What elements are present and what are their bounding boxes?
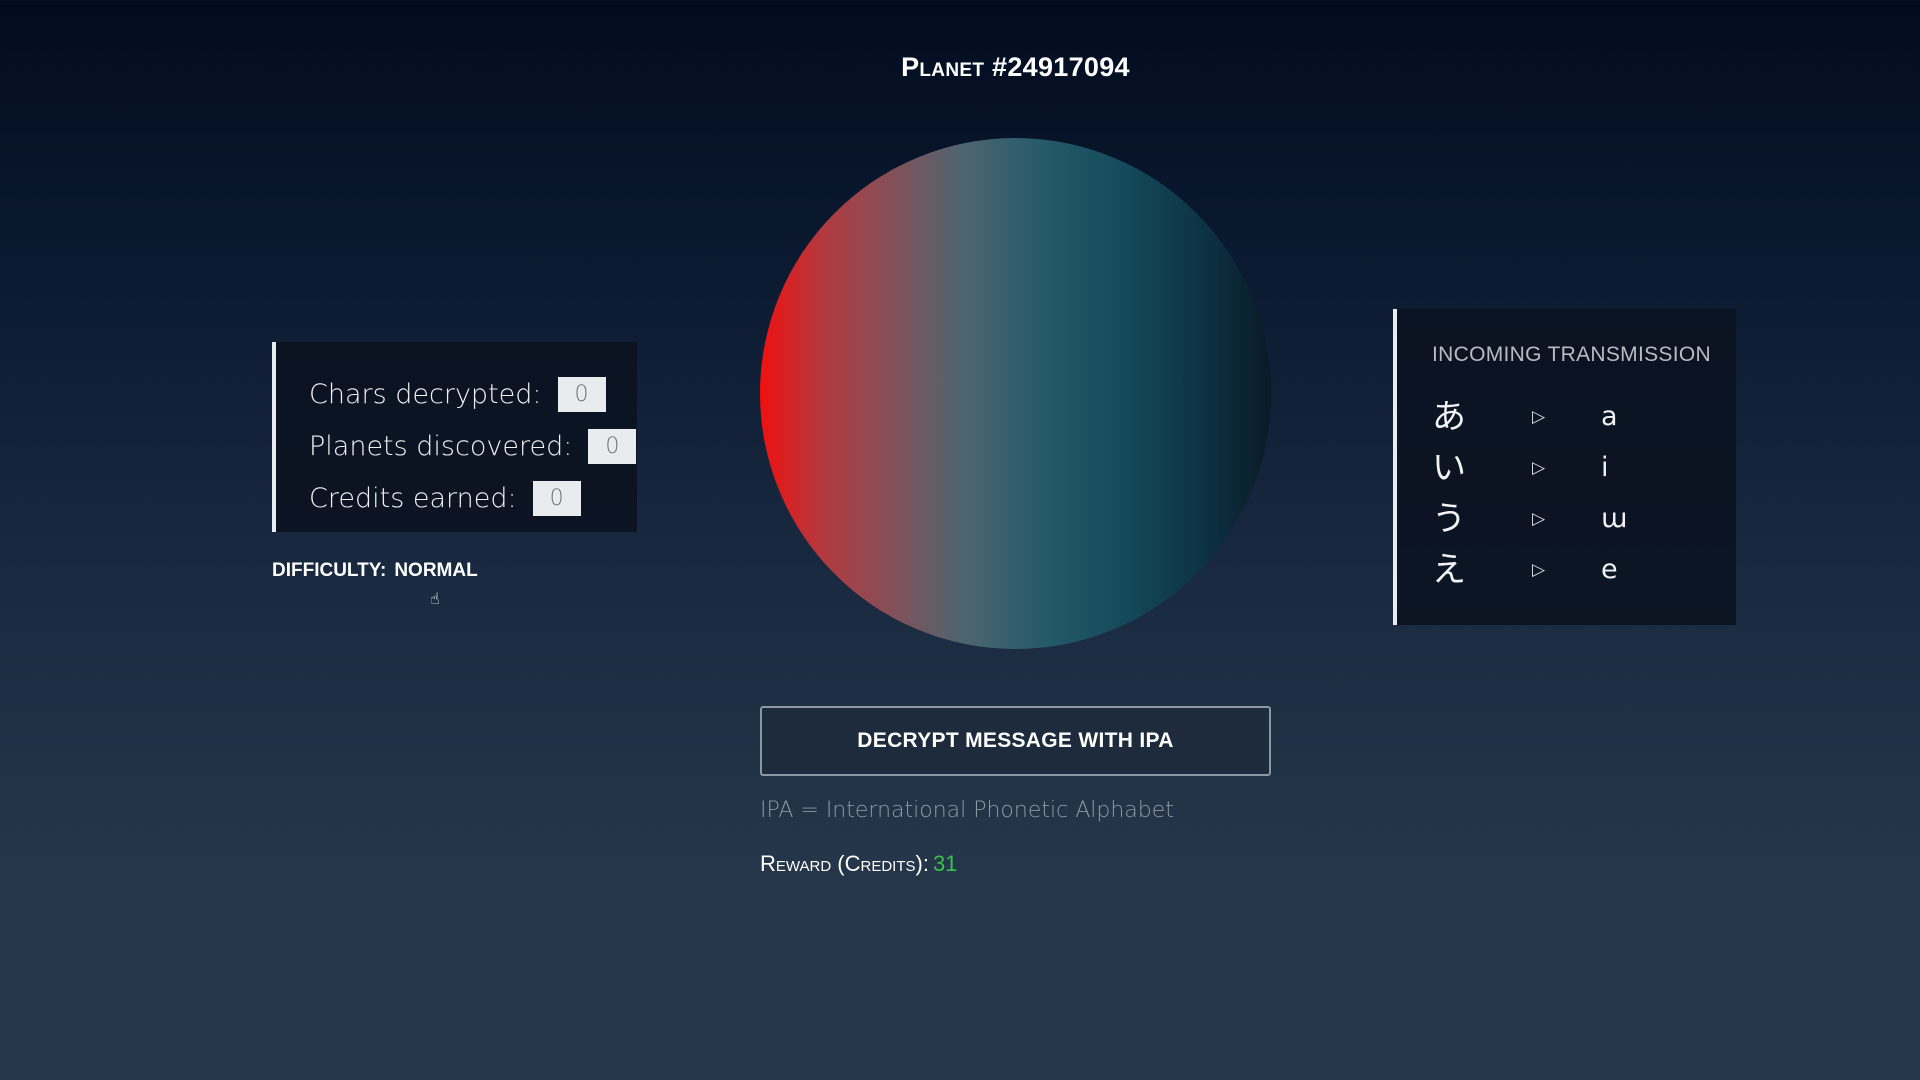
stat-value-planets-discovered: 0 — [588, 428, 637, 464]
planet-title: Planet #24917094 — [901, 52, 1130, 82]
difficulty-label: DIFFICULTY: — [272, 560, 387, 581]
transmission-glyph: い — [1432, 448, 1466, 488]
planet-sphere — [760, 138, 1271, 649]
transmission-ipa: ɯ — [1601, 503, 1628, 534]
arrow-right-icon: ▷ — [1532, 407, 1546, 427]
reward-display: Reward (Credits): 31 — [760, 851, 957, 877]
ipa-note: IPA = International Phonetic Alphabet — [760, 798, 1174, 823]
difficulty-value[interactable]: NORMAL — [394, 560, 477, 581]
stat-label: Chars decrypted: — [309, 378, 542, 410]
stat-value-credits-earned: 0 — [532, 480, 581, 516]
stats-panel: Chars decrypted: 0 Planets discovered: 0… — [272, 342, 637, 532]
stat-row-planets-discovered: Planets discovered: 0 — [276, 420, 637, 472]
decrypt-button[interactable]: DECRYPT MESSAGE WITH IPA — [760, 706, 1271, 776]
transmission-row: う ▷ ɯ — [1432, 493, 1722, 545]
stat-value-chars-decrypted: 0 — [557, 376, 606, 412]
transmission-panel: INCOMING TRANSMISSION あ ▷ a い ▷ i う ▷ ɯ … — [1393, 309, 1736, 625]
transmission-ipa: e — [1601, 554, 1618, 585]
transmission-row: い ▷ i — [1432, 442, 1722, 494]
stat-row-credits-earned: Credits earned: 0 — [276, 472, 637, 524]
stat-row-chars-decrypted: Chars decrypted: 0 — [276, 368, 637, 420]
stat-label: Credits earned: — [309, 482, 517, 514]
arrow-right-icon: ▷ — [1532, 509, 1546, 529]
stat-label: Planets discovered: — [309, 430, 573, 462]
transmission-glyph: あ — [1432, 397, 1466, 437]
transmission-row: え ▷ e — [1432, 544, 1722, 596]
reward-label: Reward (Credits): — [760, 851, 929, 876]
transmission-glyph: う — [1432, 499, 1466, 539]
transmission-glyph: え — [1432, 550, 1466, 590]
arrow-right-icon: ▷ — [1532, 560, 1546, 580]
difficulty-selector[interactable]: DIFFICULTY: NORMAL — [272, 560, 478, 582]
transmission-ipa: i — [1601, 452, 1609, 483]
transmission-row: あ ▷ a — [1432, 391, 1722, 443]
pointer-cursor-icon: ☝ — [430, 589, 440, 608]
reward-value: 31 — [932, 851, 958, 876]
transmission-title: INCOMING TRANSMISSION — [1432, 343, 1711, 366]
arrow-right-icon: ▷ — [1532, 458, 1546, 478]
transmission-ipa: a — [1601, 401, 1618, 432]
